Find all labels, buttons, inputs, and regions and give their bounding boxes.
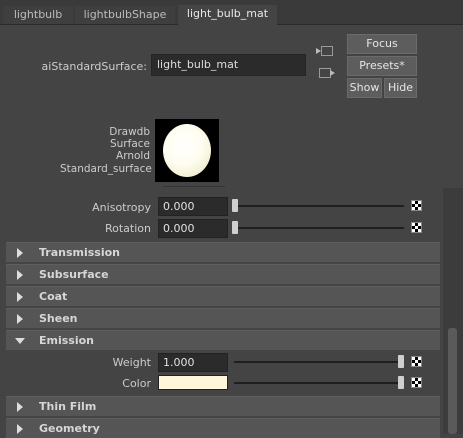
emission-weight-field[interactable]: 1.000 (158, 353, 228, 372)
swatch-sphere (163, 124, 211, 177)
emission-color-label: Color (122, 377, 151, 390)
section-sheen[interactable]: Sheen (6, 308, 440, 328)
collapse-arrow-icon (17, 314, 23, 324)
section-coat[interactable]: Coat (6, 286, 440, 306)
emission-weight-label: Weight (112, 356, 151, 369)
swatch-renderer-label: Drawdb (109, 126, 150, 138)
section-title: Sheen (39, 312, 78, 325)
tab-lightbulb[interactable]: lightbulb (3, 6, 73, 24)
section-thin-film[interactable]: Thin Film (6, 396, 440, 416)
tab-lightbulbshape[interactable]: lightbulbShape (75, 6, 175, 24)
section-title: Transmission (39, 246, 121, 259)
rotation-label: Rotation (104, 222, 151, 235)
section-title: Thin Film (39, 400, 97, 413)
anisotropy-slider-handle[interactable] (232, 199, 238, 212)
hide-button[interactable]: Hide (384, 78, 417, 98)
anisotropy-map-icon[interactable] (411, 200, 422, 211)
focus-button[interactable]: Focus (347, 34, 417, 54)
emission-weight-slider-handle[interactable] (398, 355, 404, 368)
swatch-divider (163, 186, 225, 187)
collapse-arrow-icon (17, 424, 23, 434)
material-swatch[interactable] (155, 119, 219, 182)
emission-color-map-icon[interactable] (411, 377, 422, 388)
rotation-slider-handle[interactable] (232, 221, 238, 234)
rotation-field[interactable]: 0.000 (158, 219, 228, 238)
anisotropy-slider-track[interactable] (234, 205, 404, 207)
rotation-slider-track[interactable] (234, 227, 404, 229)
collapse-arrow-icon (17, 292, 23, 302)
anisotropy-field[interactable]: 0.000 (158, 197, 228, 216)
emission-weight-map-icon[interactable] (411, 356, 422, 367)
section-emission[interactable]: Emission (6, 330, 440, 350)
section-title: Coat (39, 290, 68, 303)
section-title: Subsurface (39, 268, 109, 281)
swatch-renderer-label: Standard_surface (60, 163, 152, 175)
scrollbar[interactable] (443, 188, 463, 434)
scrollbar-thumb[interactable] (448, 328, 457, 434)
node-type-label: aiStandardSurface: (41, 60, 147, 73)
expand-arrow-icon (15, 338, 25, 344)
output-connection-icon[interactable] (319, 68, 335, 78)
tab-bar: lightbulb lightbulbShape light_bulb_mat (0, 0, 463, 25)
node-name-field[interactable]: light_bulb_mat (151, 54, 306, 76)
emission-color-swatch[interactable] (158, 375, 228, 390)
section-title: Emission (39, 334, 94, 347)
input-connection-icon[interactable] (316, 46, 333, 56)
anisotropy-label: Anisotropy (92, 201, 151, 214)
emission-weight-slider-track[interactable] (234, 361, 404, 363)
section-subsurface[interactable]: Subsurface (6, 264, 440, 284)
swatch-renderer-label: Surface (109, 138, 150, 150)
show-button[interactable]: Show (347, 78, 382, 98)
emission-color-slider-track[interactable] (234, 382, 404, 384)
swatch-renderer-label: Arnold (116, 150, 150, 162)
collapse-arrow-icon (17, 270, 23, 280)
collapse-arrow-icon (17, 248, 23, 258)
section-geometry[interactable]: Geometry (6, 418, 440, 438)
tab-light-bulb-mat[interactable]: light_bulb_mat (178, 5, 277, 25)
collapse-arrow-icon (17, 402, 23, 412)
section-transmission[interactable]: Transmission (6, 242, 440, 262)
emission-color-slider-handle[interactable] (398, 376, 404, 389)
presets-button[interactable]: Presets* (347, 56, 417, 76)
section-title: Geometry (39, 422, 100, 435)
rotation-map-icon[interactable] (411, 222, 422, 233)
